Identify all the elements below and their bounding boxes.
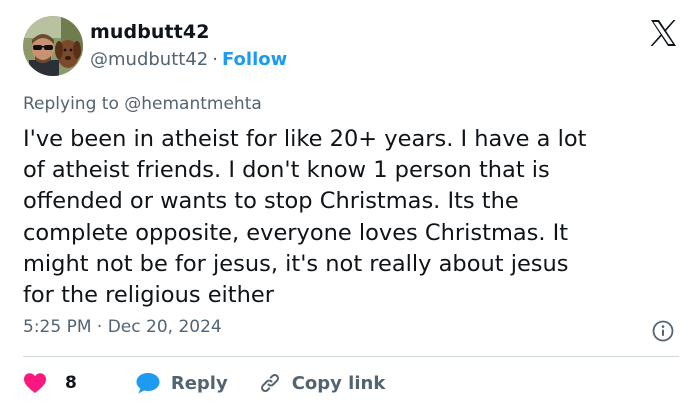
copy-link-button[interactable]: Copy link (258, 371, 386, 395)
heart-icon (24, 373, 46, 393)
follow-button[interactable]: Follow (222, 49, 287, 70)
tweet-text: I've been in atheist for like 20+ years.… (23, 126, 587, 309)
timestamp[interactable]: 5:25 PM · Dec 20, 2024 (23, 317, 222, 337)
tweet-card: mudbutt42 @mudbutt42 · Follow Replying to … (0, 0, 700, 410)
meta-separator: · (96, 317, 103, 337)
reply-button[interactable]: Reply (135, 371, 228, 395)
user-handle[interactable]: @mudbutt42 (90, 49, 208, 70)
replying-prefix: Replying to (23, 94, 125, 114)
avatar[interactable] (23, 16, 83, 76)
handle-line: @mudbutt42 · Follow (90, 49, 287, 70)
action-bar: 8 Reply Copy link (23, 368, 413, 398)
display-name[interactable]: mudbutt42 (90, 21, 210, 43)
speech-bubble-icon (136, 373, 160, 394)
link-icon (260, 374, 279, 392)
replying-to: Replying to @hemantmehta (23, 94, 262, 114)
like-count: 8 (65, 373, 77, 393)
reply-mention-link[interactable]: @hemantmehta (124, 94, 262, 114)
info-icon[interactable] (652, 320, 674, 342)
separator-dot: · (212, 49, 218, 70)
post-date[interactable]: Dec 20, 2024 (108, 317, 222, 337)
post-time[interactable]: 5:25 PM (23, 317, 92, 337)
copy-link-label: Copy link (291, 372, 386, 394)
divider (23, 356, 679, 357)
reply-label: Reply (170, 372, 228, 394)
like-button[interactable]: 8 (23, 372, 77, 394)
x-logo-icon[interactable] (648, 18, 678, 48)
